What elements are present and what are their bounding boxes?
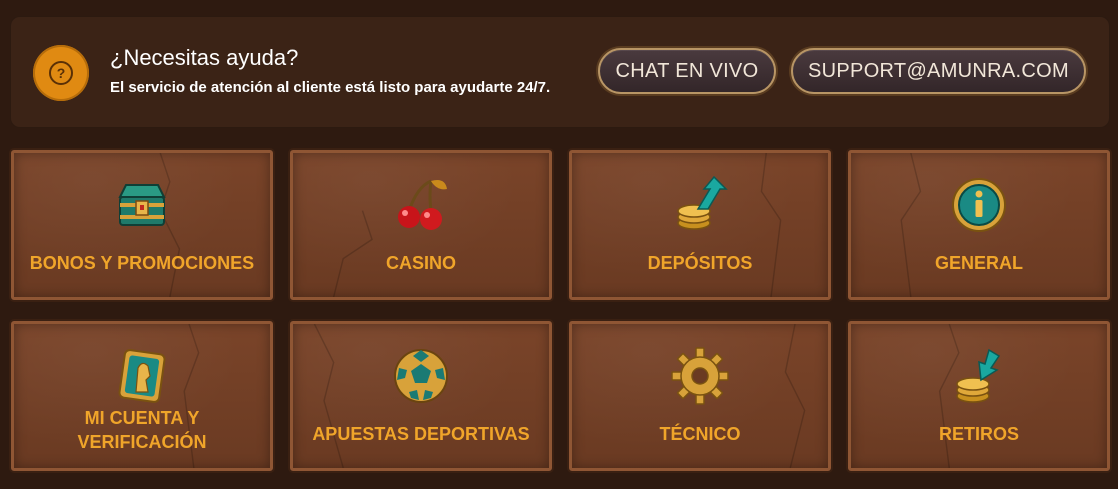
soccer-ball-icon xyxy=(394,349,448,403)
category-card-bonos[interactable]: BONOS Y PROMOCIONES xyxy=(11,150,273,300)
pharaoh-card-icon xyxy=(118,349,166,403)
category-label: DEPÓSITOS xyxy=(647,253,753,273)
help-title: ¿Necesitas ayuda? xyxy=(110,45,299,70)
live-chat-button[interactable]: CHAT EN VIVO xyxy=(598,48,776,94)
category-card-tecnico[interactable]: TÉCNICO xyxy=(569,321,831,471)
help-subtitle: El servicio de atención al cliente está … xyxy=(110,79,551,96)
support-email-button[interactable]: SUPPORT@AMUNRA.COM xyxy=(791,48,1086,94)
category-label: MI CUENTA Y VERIFICACIÓN xyxy=(77,408,207,452)
coins-arrow-up-icon xyxy=(677,175,728,230)
question-mark: ? xyxy=(49,61,73,85)
category-card-apuestas[interactable]: APUESTAS DEPORTIVAS xyxy=(290,321,552,471)
category-label: APUESTAS DEPORTIVAS xyxy=(312,424,530,444)
category-card-retiros[interactable]: RETIROS xyxy=(848,321,1110,471)
gear-icon xyxy=(671,347,729,405)
info-icon xyxy=(952,178,1006,232)
category-label: TÉCNICO xyxy=(659,424,741,444)
category-card-casino[interactable]: CASINO xyxy=(290,150,552,300)
coins-arrow-down-icon xyxy=(956,348,1001,403)
category-label: RETIROS xyxy=(938,424,1019,444)
category-label: BONOS Y PROMOCIONES xyxy=(29,253,255,273)
category-card-depositos[interactable]: DEPÓSITOS xyxy=(569,150,831,300)
cherries-icon xyxy=(398,179,447,230)
category-label: CASINO xyxy=(385,253,456,273)
treasure-chest-icon xyxy=(118,184,166,226)
category-label: GENERAL xyxy=(934,253,1023,273)
question-icon: ? xyxy=(33,45,89,101)
category-card-general[interactable]: GENERAL xyxy=(848,150,1110,300)
category-card-mi-cuenta[interactable]: MI CUENTA Y VERIFICACIÓN xyxy=(11,321,273,471)
